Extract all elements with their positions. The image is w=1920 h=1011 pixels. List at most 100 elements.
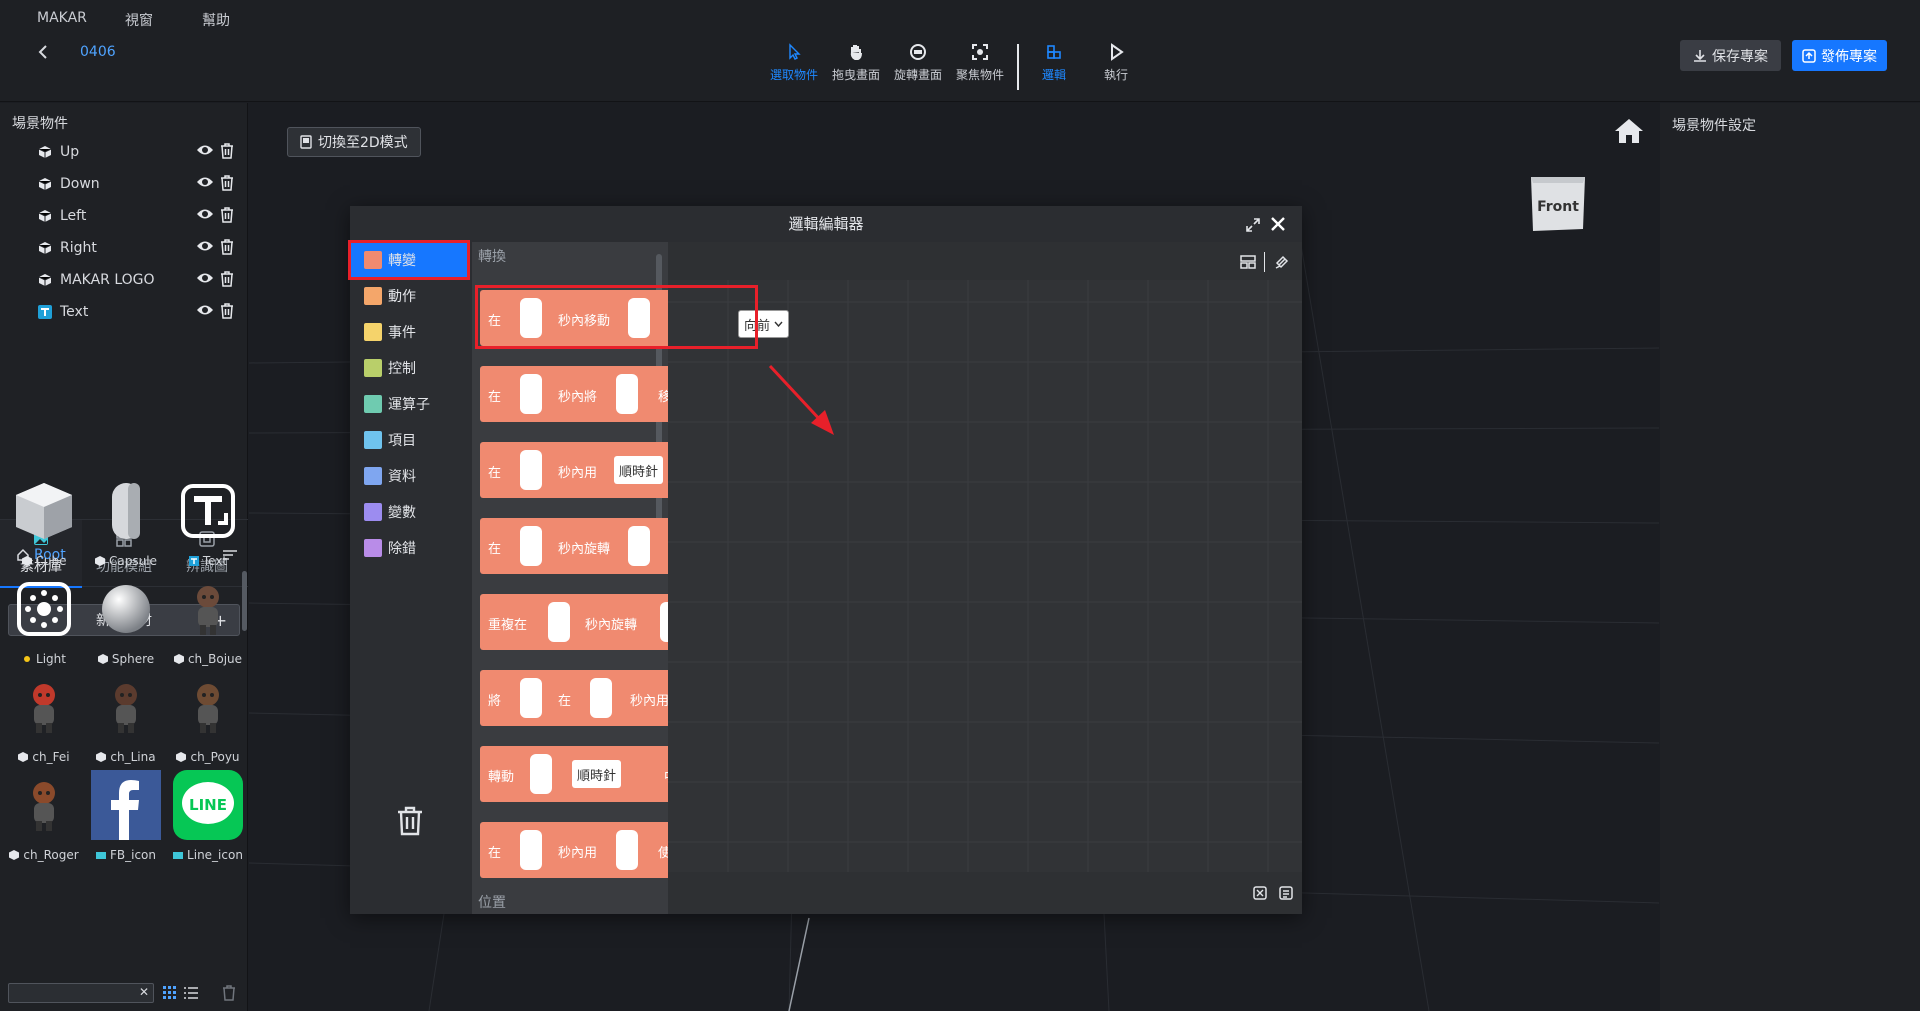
asset-item[interactable]: Sphere (86, 574, 166, 672)
block-set[interactable]: 在 秒內用 使 (480, 822, 668, 878)
eye-icon[interactable] (196, 207, 214, 223)
category-swatch (364, 431, 382, 449)
asset-item[interactable]: Text (168, 476, 248, 574)
block-turn[interactable]: 轉動 順時針 中 (480, 746, 668, 802)
back-icon[interactable] (36, 44, 50, 60)
asset-thumbnail (173, 476, 243, 546)
scene-object-row[interactable]: Text (38, 301, 238, 323)
scene-object-row[interactable]: Down (38, 173, 238, 195)
asset-item[interactable]: Capsule (86, 476, 166, 574)
grid-view-icon[interactable] (163, 986, 177, 1000)
category-item[interactable]: 動作 (350, 278, 470, 314)
close-icon[interactable] (1270, 216, 1286, 232)
editor-trash-icon[interactable] (396, 806, 424, 836)
eye-icon[interactable] (196, 175, 214, 191)
asset-item[interactable]: FB_icon (86, 770, 166, 868)
cursor-icon (784, 42, 804, 62)
publish-project-button[interactable]: 發佈專案 (1792, 40, 1887, 71)
block-rotate-direction[interactable]: 在 秒內用 順時針 (480, 442, 668, 498)
eye-icon[interactable] (196, 303, 214, 319)
scene-object-name: Right (60, 240, 97, 256)
asset-item[interactable]: Cube (4, 476, 84, 574)
tool-focus[interactable]: 聚焦物件 (950, 42, 1010, 83)
menu-window[interactable]: 視窗 (125, 10, 153, 30)
scene-object-row[interactable]: Right (38, 237, 238, 259)
save-project-button[interactable]: 保存專案 (1680, 40, 1781, 71)
eye-icon[interactable] (196, 143, 214, 159)
category-item[interactable]: 除錯 (350, 530, 470, 566)
asset-item[interactable]: ch_Lina (86, 672, 166, 770)
eye-icon[interactable] (196, 271, 214, 287)
flyout-footer: 位置 (478, 895, 506, 911)
block-repeat-rotate[interactable]: 重複在 秒內旋轉 (480, 594, 668, 650)
category-item[interactable]: 項目 (350, 422, 470, 458)
tool-rotate[interactable]: 旋轉畫面 (888, 42, 948, 83)
rotate-icon (908, 42, 928, 62)
asset-name: FB_icon (109, 848, 156, 862)
home-view-icon[interactable] (1613, 117, 1645, 145)
asset-item[interactable]: ch_Poyu (168, 672, 248, 770)
category-item[interactable]: 變數 (350, 494, 470, 530)
category-item[interactable]: 資料 (350, 458, 470, 494)
category-item[interactable]: 運算子 (350, 386, 470, 422)
trash-icon[interactable] (220, 271, 234, 287)
eye-icon[interactable] (196, 239, 214, 255)
tool-logic[interactable]: 邏輯 (1024, 42, 1084, 83)
asset-type-icon (96, 752, 107, 762)
trash-icon[interactable] (220, 303, 234, 319)
category-item[interactable]: 控制 (350, 350, 470, 386)
tool-drag[interactable]: 拖曳畫面 (826, 42, 886, 83)
menu-help[interactable]: 幫助 (202, 10, 230, 30)
scene-object-row[interactable]: Up (38, 141, 238, 163)
scene-object-row[interactable]: MAKAR LOGO (38, 269, 238, 291)
category-panel: 轉變 動作 事件 控制 運算子 項目 資料 變數 除錯 (350, 242, 470, 914)
asset-item[interactable]: LINE Line_icon (168, 770, 248, 868)
expand-icon[interactable] (1245, 217, 1261, 233)
asset-thumbnail (9, 672, 79, 742)
menu-makar[interactable]: MAKAR (37, 10, 87, 26)
list-view-icon[interactable] (184, 986, 198, 1000)
asset-search-input[interactable]: ✕ (8, 983, 154, 1003)
asset-item[interactable]: ch_Roger (4, 770, 84, 868)
category-label: 除錯 (388, 541, 416, 557)
object-settings-title: 場景物件設定 (1672, 118, 1756, 134)
trash-icon[interactable] (222, 985, 236, 1001)
category-label: 動作 (388, 289, 416, 305)
switch-2d-button[interactable]: 切換至2D模式 (287, 127, 421, 157)
tool-run[interactable]: 執行 (1086, 42, 1146, 83)
asset-name: Capsule (109, 554, 157, 568)
text-object-icon (38, 305, 52, 319)
asset-thumbnail (91, 476, 161, 546)
asset-name: ch_Fei (32, 750, 70, 764)
asset-item[interactable]: ch_Fei (4, 672, 84, 770)
category-label: 資料 (388, 469, 416, 485)
tool-select[interactable]: 選取物件 (764, 42, 824, 83)
trash-icon[interactable] (220, 175, 234, 191)
left-panel: 場景物件 Up Down Left Right MAKAR LOGO Text 素材庫 功… (0, 103, 248, 1011)
asset-item[interactable]: ch_Bojue (168, 574, 248, 672)
block-move-to[interactable]: 在 秒內將 移 (480, 366, 668, 422)
cube-icon (38, 273, 52, 287)
block-rotate[interactable]: 在 秒內旋轉 (480, 518, 668, 574)
category-label: 控制 (388, 361, 416, 377)
category-swatch (364, 359, 382, 377)
scene-objects-title: 場景物件 (12, 116, 68, 132)
trash-icon[interactable] (220, 143, 234, 159)
asset-type-icon (97, 654, 108, 664)
asset-type-icon (9, 850, 20, 860)
block-scale[interactable]: 將 在 秒內用 (480, 670, 668, 726)
asset-name: ch_Bojue (187, 652, 243, 666)
view-cube-gizmo[interactable]: Front (1527, 173, 1589, 233)
clear-icon[interactable]: ✕ (139, 985, 149, 999)
scene-object-row[interactable]: Left (38, 205, 238, 227)
asset-name: Cube (35, 554, 67, 568)
logic-workspace[interactable] (668, 242, 1302, 914)
asset-type-icon (173, 654, 184, 664)
trash-icon[interactable] (220, 239, 234, 255)
trash-icon[interactable] (220, 207, 234, 223)
asset-type-icon (95, 556, 106, 566)
asset-thumbnail (91, 574, 161, 644)
asset-item[interactable]: Light (4, 574, 84, 672)
category-item[interactable]: 事件 (350, 314, 470, 350)
editor-title: 邏輯編輯器 (350, 206, 1302, 242)
